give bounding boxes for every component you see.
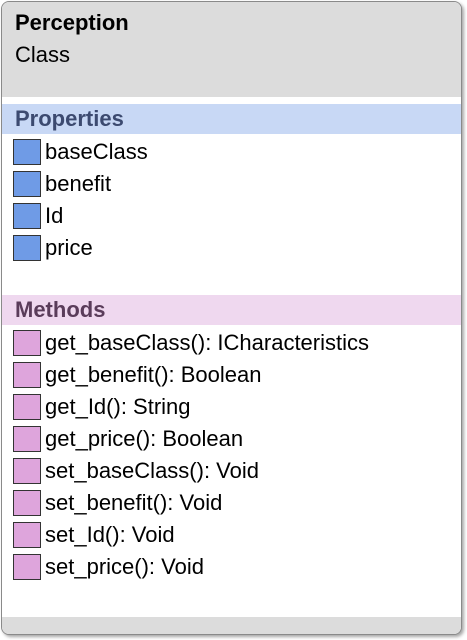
property-icon — [13, 171, 41, 197]
method-label: get_price(): Boolean — [45, 426, 244, 451]
method-icon — [13, 330, 41, 356]
methods-header: Methods — [2, 295, 461, 325]
method-icon — [13, 554, 41, 580]
class-header: Perception Class — [2, 2, 461, 97]
property-item: benefit — [2, 168, 461, 200]
class-footer — [2, 617, 461, 634]
method-item: set_Id(): Void — [2, 519, 461, 551]
method-icon — [13, 490, 41, 516]
property-icon — [13, 139, 41, 165]
method-label: set_Id(): Void — [45, 522, 175, 547]
method-label: set_baseClass(): Void — [45, 458, 259, 483]
method-item: set_price(): Void — [2, 551, 461, 583]
method-item: get_Id(): String — [2, 391, 461, 423]
method-label: set_price(): Void — [45, 554, 204, 579]
property-label: Id — [45, 203, 64, 228]
method-icon — [13, 522, 41, 548]
method-icon — [13, 362, 41, 388]
property-item: Id — [2, 200, 461, 232]
method-icon — [13, 458, 41, 484]
property-item: price — [2, 232, 461, 264]
class-name: Perception — [15, 10, 129, 35]
method-item: set_benefit(): Void — [2, 487, 461, 519]
properties-header: Properties — [2, 104, 461, 134]
class-stereotype: Class — [15, 42, 71, 67]
property-label: benefit — [45, 171, 112, 196]
method-label: get_baseClass(): ICharacteristics — [45, 330, 370, 355]
method-item: get_baseClass(): ICharacteristics — [2, 327, 461, 359]
property-label: baseClass — [45, 139, 148, 164]
method-item: get_price(): Boolean — [2, 423, 461, 455]
method-label: get_benefit(): Boolean — [45, 362, 262, 387]
method-item: get_benefit(): Boolean — [2, 359, 461, 391]
method-label: set_benefit(): Void — [45, 490, 223, 515]
method-label: get_Id(): String — [45, 394, 191, 419]
class-box: Perception Class Properties baseClass be… — [1, 1, 462, 635]
properties-list: baseClass benefit Id price — [2, 136, 461, 264]
method-item: set_baseClass(): Void — [2, 455, 461, 487]
property-icon — [13, 235, 41, 261]
method-icon — [13, 394, 41, 420]
method-icon — [13, 426, 41, 452]
methods-list: get_baseClass(): ICharacteristics get_be… — [2, 327, 461, 583]
property-item: baseClass — [2, 136, 461, 168]
property-icon — [13, 203, 41, 229]
property-label: price — [45, 235, 93, 260]
